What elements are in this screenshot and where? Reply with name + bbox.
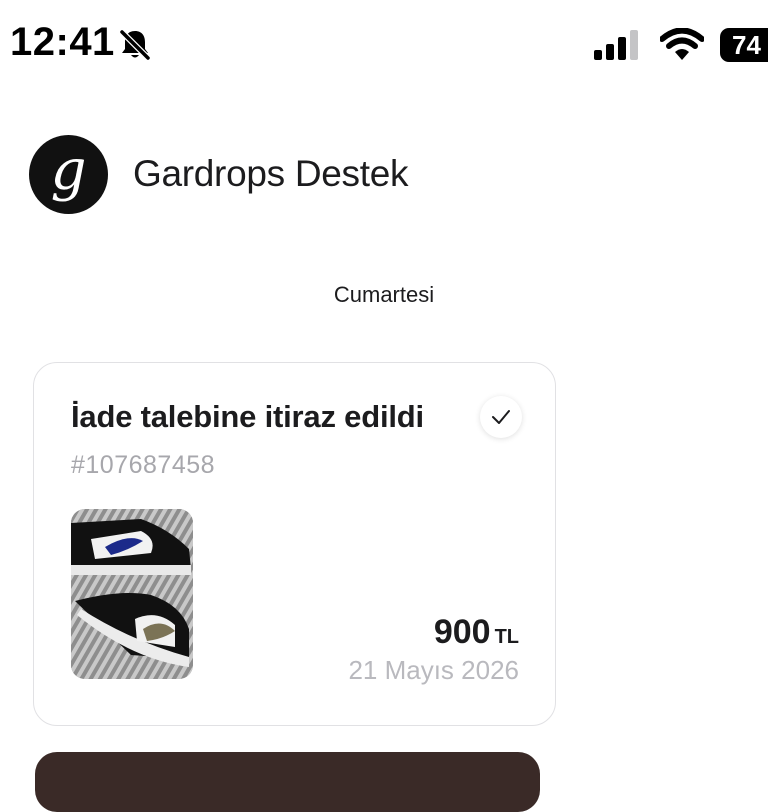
- cellular-signal-icon: [594, 30, 640, 60]
- battery-icon: 74: [720, 28, 768, 62]
- status-time: 12:41: [10, 20, 115, 64]
- avatar-letter: g: [50, 138, 87, 203]
- bell-slash-icon: [117, 27, 153, 63]
- order-card[interactable]: İade talebine itiraz edildi #107687458 9…: [33, 362, 556, 726]
- status-bar: 12:41 74: [0, 0, 768, 92]
- order-date: 21 Mayıs 2026: [348, 655, 519, 685]
- next-message-card[interactable]: [35, 752, 540, 812]
- price-currency: TL: [494, 626, 519, 648]
- checkmark-icon: [480, 396, 522, 438]
- price: 900 TL: [434, 613, 519, 652]
- avatar[interactable]: g: [29, 135, 108, 214]
- price-value: 900: [433, 613, 491, 651]
- wifi-icon: [659, 27, 705, 62]
- chat-title[interactable]: Gardrops Destek: [133, 153, 408, 195]
- product-image[interactable]: [71, 509, 193, 679]
- battery-level: 74: [732, 30, 761, 60]
- day-separator: Cumartesi: [333, 282, 435, 307]
- card-title: İade talebine itiraz edildi: [71, 399, 424, 434]
- order-number: #107687458: [71, 451, 216, 479]
